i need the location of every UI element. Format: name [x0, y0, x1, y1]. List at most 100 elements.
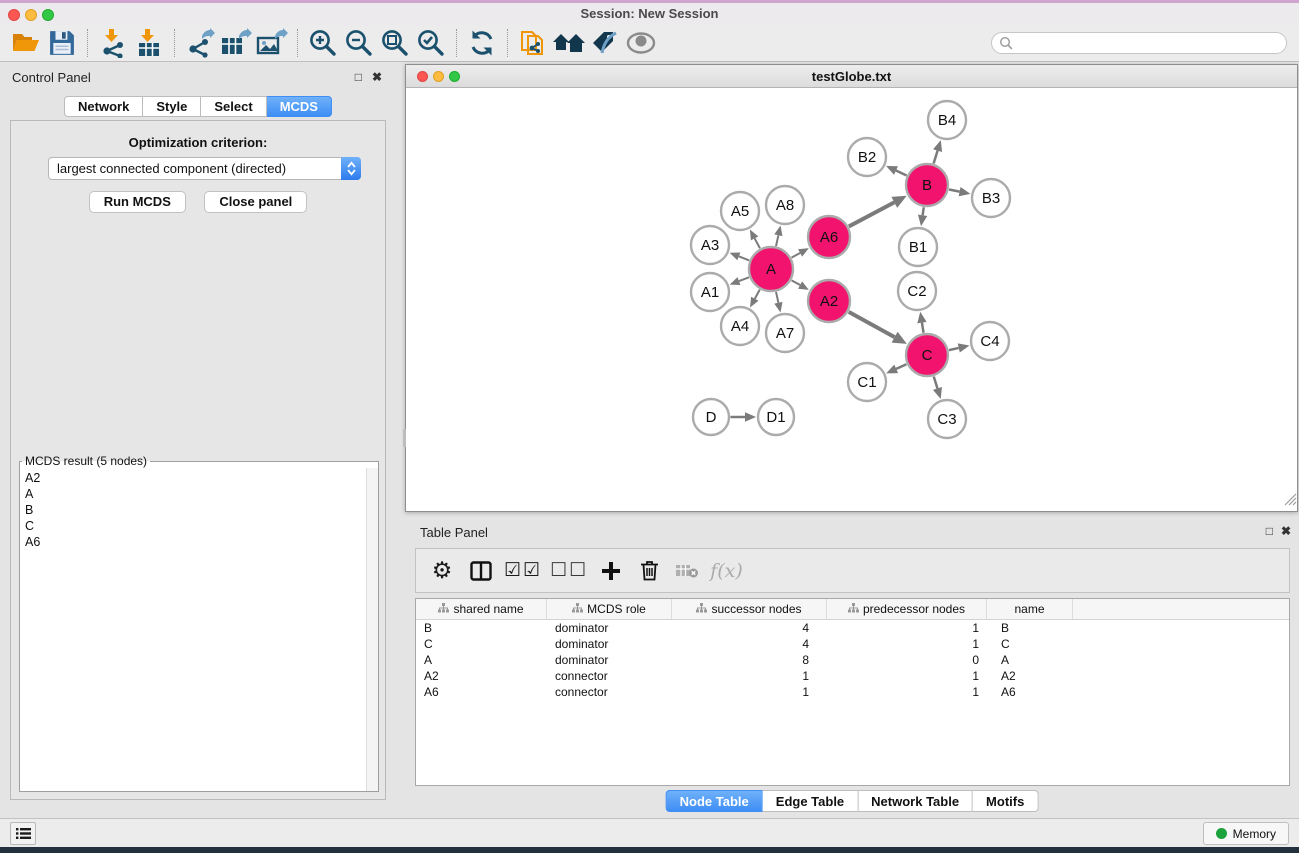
toolbar-separator: [507, 29, 508, 57]
session-title: Session: New Session: [0, 6, 1299, 21]
import-network-icon[interactable]: [95, 26, 131, 60]
tab-motifs[interactable]: Motifs: [973, 790, 1038, 812]
cell-mcds-role: dominator: [547, 652, 672, 668]
tab-network-table[interactable]: Network Table: [858, 790, 973, 812]
control-panel-header: Control Panel □ ✖: [4, 66, 392, 88]
tree-icon: [696, 602, 707, 616]
close-panel-button[interactable]: Close panel: [204, 191, 307, 213]
mcds-result-item[interactable]: A6: [20, 534, 366, 550]
session-compare-icon[interactable]: [515, 26, 551, 60]
graph-node-label: A8: [776, 197, 794, 214]
select-all-icon[interactable]: ☑☑: [504, 553, 542, 589]
table-row[interactable]: Bdominator41B: [416, 620, 1289, 636]
tab-network[interactable]: Network: [64, 96, 143, 117]
edge-A-A8: [776, 235, 778, 246]
table-row[interactable]: A6connector11A6: [416, 684, 1289, 700]
table-row[interactable]: Cdominator41C: [416, 636, 1289, 652]
arrowhead-icon: [917, 312, 926, 324]
task-history-button[interactable]: [10, 822, 36, 845]
search-input[interactable]: [1013, 34, 1286, 52]
tree-icon: [848, 602, 859, 616]
search-field[interactable]: [991, 32, 1287, 54]
mcds-result-item[interactable]: B: [20, 502, 366, 518]
export-table-icon[interactable]: [218, 26, 254, 60]
memory-button[interactable]: Memory: [1203, 822, 1289, 845]
zoom-out-icon[interactable]: [341, 26, 377, 60]
network-window-titlebar[interactable]: testGlobe.txt: [406, 65, 1297, 88]
graph-node-label: C2: [907, 283, 926, 300]
zoom-fit-icon[interactable]: [377, 26, 413, 60]
cell-name: B: [987, 620, 1073, 636]
column-header-name[interactable]: name: [987, 599, 1073, 619]
column-header-successor-nodes[interactable]: successor nodes: [672, 599, 827, 619]
edge-A-A4: [755, 290, 760, 299]
run-mcds-button[interactable]: Run MCDS: [89, 191, 186, 213]
float-table-panel-icon[interactable]: □: [1266, 524, 1273, 538]
mcds-result-item[interactable]: C: [20, 518, 366, 534]
optimization-criterion-label: Optimization criterion:: [11, 135, 385, 150]
tab-mcds[interactable]: MCDS: [267, 96, 332, 117]
home-icon[interactable]: [551, 26, 587, 60]
delete-column-icon[interactable]: [634, 553, 664, 589]
import-table-icon[interactable]: [131, 26, 167, 60]
dropdown-stepper-icon: [341, 157, 361, 180]
graph-node-label: A4: [731, 318, 749, 335]
memory-status-dot-icon: [1216, 828, 1227, 839]
close-table-panel-icon[interactable]: ✖: [1281, 524, 1291, 538]
arrowhead-icon: [918, 215, 927, 227]
refresh-icon[interactable]: [464, 26, 500, 60]
edge-B-B2: [896, 171, 907, 176]
mcds-result-item[interactable]: A2: [20, 470, 366, 486]
splitter-handle[interactable]: [403, 429, 406, 447]
graph-node-label: A1: [701, 284, 719, 301]
tab-edge-table[interactable]: Edge Table: [763, 790, 858, 812]
column-header-predecessor-nodes[interactable]: predecessor nodes: [827, 599, 987, 619]
show-columns-icon[interactable]: [466, 553, 496, 589]
edge-A-A1: [739, 277, 749, 281]
dropdown-selected-value: largest connected component (directed): [49, 161, 341, 176]
graph-node-label: A6: [820, 229, 838, 246]
app-titlebar[interactable]: Session: New Session: [0, 3, 1299, 25]
control-panel: Control Panel □ ✖ NetworkStyleSelectMCDS…: [4, 66, 392, 810]
control-panel-title: Control Panel: [12, 70, 91, 85]
export-image-icon[interactable]: [254, 26, 290, 60]
table-panel-title: Table Panel: [420, 525, 488, 540]
deselect-all-icon[interactable]: ☐☐: [550, 553, 588, 589]
graph-node-label: A: [766, 261, 776, 278]
optimization-criterion-dropdown[interactable]: largest connected component (directed): [48, 157, 361, 180]
column-header-shared-name[interactable]: shared name: [416, 599, 547, 619]
add-column-icon[interactable]: [596, 553, 626, 589]
arrowhead-icon: [933, 387, 942, 399]
zoom-selected-icon[interactable]: [413, 26, 449, 60]
network-canvas[interactable]: B4B2BB3A8A5A6B1A3AC2A1A2A4A7C4CC1C3DD1: [407, 88, 1296, 510]
toolbar-separator: [87, 29, 88, 57]
close-panel-icon[interactable]: ✖: [372, 70, 382, 84]
table-settings-gear-icon[interactable]: ⚙: [428, 553, 458, 589]
eye-icon[interactable]: [623, 26, 659, 60]
table-panel: Table Panel □ ✖ ⚙ ☑☑ ☐☐ f(x) shared name…: [405, 520, 1299, 816]
cell-mcds-role: dominator: [547, 636, 672, 652]
column-header-mcds-role[interactable]: MCDS role: [547, 599, 672, 619]
result-scrollbar[interactable]: [366, 468, 378, 791]
graph-node-label: C4: [980, 333, 999, 350]
hide-labels-icon[interactable]: [587, 26, 623, 60]
arrowhead-icon: [774, 226, 782, 237]
save-icon[interactable]: [44, 26, 80, 60]
cell-name: A: [987, 652, 1073, 668]
table-row[interactable]: Adominator80A: [416, 652, 1289, 668]
network-graph: B4B2BB3A8A5A6B1A3AC2A1A2A4A7C4CC1C3DD1: [407, 88, 1296, 510]
table-row[interactable]: A2connector11A2: [416, 668, 1289, 684]
mcds-result-item[interactable]: A: [20, 486, 366, 502]
window-resize-grip[interactable]: [1282, 491, 1297, 511]
tab-node-table[interactable]: Node Table: [666, 790, 763, 812]
tab-select[interactable]: Select: [201, 96, 266, 117]
cell-shared-name: A2: [416, 668, 547, 684]
cell-predecessor-nodes: 1: [827, 668, 987, 684]
cell-predecessor-nodes: 1: [827, 620, 987, 636]
export-network-icon[interactable]: [182, 26, 218, 60]
zoom-in-icon[interactable]: [305, 26, 341, 60]
node-table: shared nameMCDS rolesuccessor nodesprede…: [415, 598, 1290, 786]
tab-style[interactable]: Style: [143, 96, 201, 117]
open-folder-icon[interactable]: [8, 26, 44, 60]
float-panel-icon[interactable]: □: [355, 70, 362, 84]
